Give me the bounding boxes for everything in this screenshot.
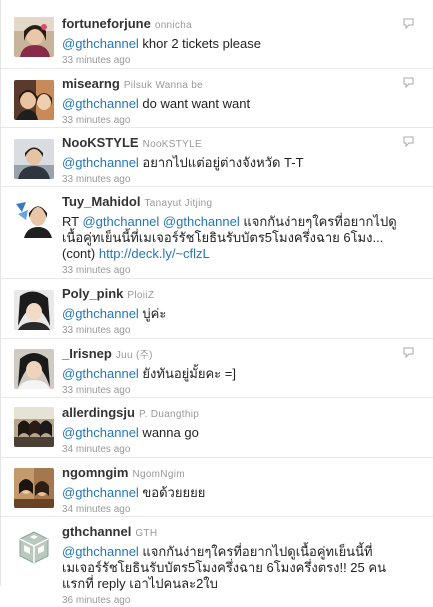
timestamp[interactable]: 36 minutes ago: [62, 594, 404, 607]
tweet-item: fortuneforjune onnicha @gthchannel khor 2…: [1, 0, 433, 69]
tweet-text: @gthchannel khor 2 tickets please: [62, 36, 404, 52]
reply-speech-bubble-icon[interactable]: [403, 136, 414, 147]
mention-link[interactable]: @gthchannel: [62, 36, 139, 51]
screen-name[interactable]: NooKSTYLE: [62, 135, 139, 150]
tweet-text: @gthchannel wanna go: [62, 425, 404, 441]
mention-link[interactable]: @gthchannel: [62, 366, 139, 381]
screen-name[interactable]: _Irisnep: [62, 346, 112, 361]
timestamp[interactable]: 33 minutes ago: [62, 324, 404, 337]
tweet-item: NooKSTYLE NooKSTYLE @gthchannel อยากไปแต่…: [1, 128, 433, 187]
mention-link[interactable]: @gthchannel: [82, 214, 159, 229]
tweet-text: @gthchannel ยังทันอยู่มั้ยคะ =]: [62, 366, 404, 382]
tweet-body: ยังทันอยู่มั้ยคะ =]: [138, 366, 236, 381]
tweet-text: @gthchannel บู่ค่ะ: [62, 306, 404, 322]
mention-link[interactable]: @gthchannel: [62, 155, 139, 170]
screen-name[interactable]: misearng: [62, 76, 120, 91]
tweet-text: @gthchannel อยากไปแต่อยู่ต่างจังหวัด T-T: [62, 155, 404, 171]
full-name: Juu (주): [115, 350, 153, 361]
tweet-timeline: fortuneforjune onnicha @gthchannel khor 2…: [0, 0, 433, 606]
reply-speech-bubble-icon[interactable]: [403, 77, 414, 88]
tweet-item: _Irisnep Juu (주) @gthchannel ยังทันอยู่มั…: [1, 339, 433, 398]
avatar[interactable]: [14, 468, 54, 508]
reply-speech-bubble-icon[interactable]: [403, 347, 414, 358]
full-name: onnicha: [154, 20, 192, 31]
mention-link[interactable]: @gthchannel: [62, 425, 139, 440]
mention-link[interactable]: @gthchannel: [62, 485, 139, 500]
tweet-body: อยากไปแต่อยู่ต่างจังหวัด T-T: [138, 155, 304, 170]
tweet-item: ngomngim NgomNgim @gthchannel ขอด้วยยยย 3…: [1, 458, 433, 517]
mention-link[interactable]: @gthchannel: [62, 306, 139, 321]
timestamp[interactable]: 34 minutes ago: [62, 503, 404, 516]
screen-name[interactable]: Poly_pink: [62, 286, 123, 301]
avatar[interactable]: [14, 139, 54, 179]
timestamp[interactable]: 33 minutes ago: [62, 384, 404, 397]
short-url-link[interactable]: http://deck.ly/~cflzL: [99, 246, 210, 261]
tweet-body: wanna go: [138, 425, 199, 440]
mention-link[interactable]: @gthchannel: [62, 544, 139, 559]
timestamp[interactable]: 34 minutes ago: [62, 443, 404, 456]
tweet-text: @gthchannel ขอด้วยยยย: [62, 485, 404, 501]
timestamp[interactable]: 33 minutes ago: [62, 264, 404, 277]
avatar[interactable]: [14, 527, 54, 567]
tweet-text: @gthchannel แจกกันง่ายๆใครที่อยากไปดูเนื…: [62, 544, 404, 592]
screen-name[interactable]: allerdingsju: [62, 405, 135, 420]
tweet-body: ขอด้วยยยย: [138, 485, 206, 500]
screen-name[interactable]: Tuy_Mahidol: [62, 194, 140, 209]
full-name: P. Duangthip: [138, 409, 200, 420]
tweet-text: @gthchannel do want want want: [62, 96, 404, 112]
gth-logo-icon: [14, 527, 54, 567]
screen-name[interactable]: fortuneforjune: [62, 16, 151, 31]
full-name: NgomNgim: [132, 469, 185, 480]
full-name: NooKSTYLE: [142, 139, 202, 150]
tweet-body: khor 2 tickets please: [138, 36, 261, 51]
tweet-item: Poly_pink PloiiZ @gthchannel บู่ค่ะ 33 mi…: [1, 279, 433, 339]
tweet-text: RT @gthchannel @gthchannel แจกกันง่ายๆใค…: [62, 214, 404, 262]
mention-link[interactable]: @gthchannel: [62, 96, 139, 111]
avatar[interactable]: [14, 290, 54, 330]
tweet-body: do want want want: [138, 96, 251, 111]
reply-speech-bubble-icon[interactable]: [403, 18, 414, 29]
full-name: Pilsuk Wanna be: [123, 80, 203, 91]
avatar[interactable]: [14, 17, 54, 57]
tweet-item: misearng Pilsuk Wanna be @gthchannel do w…: [1, 69, 433, 128]
tweet-item: Tuy_Mahidol Tanayut Jitjing RT @gthchanne…: [1, 187, 433, 279]
tweet-body: บู่ค่ะ: [138, 306, 167, 321]
tweet-item: allerdingsju P. Duangthip @gthchannel wan…: [1, 398, 433, 458]
full-name: Tanayut Jitjing: [144, 198, 213, 209]
timestamp[interactable]: 33 minutes ago: [62, 114, 404, 127]
avatar[interactable]: [14, 80, 54, 120]
full-name: PloiiZ: [127, 290, 155, 301]
full-name: GTH: [135, 528, 158, 539]
timestamp[interactable]: 33 minutes ago: [62, 54, 404, 67]
avatar[interactable]: [14, 407, 54, 447]
screen-name[interactable]: gthchannel: [62, 524, 131, 539]
timestamp[interactable]: 33 minutes ago: [62, 173, 404, 186]
tweet-item: gthchannel GTH @gthchannel แจกกันง่ายๆใคร…: [1, 517, 433, 606]
avatar[interactable]: [14, 198, 54, 238]
mention-link[interactable]: @gthchannel: [163, 214, 240, 229]
avatar[interactable]: [14, 349, 54, 389]
screen-name[interactable]: ngomngim: [62, 465, 128, 480]
retweet-prefix: RT: [62, 214, 83, 229]
